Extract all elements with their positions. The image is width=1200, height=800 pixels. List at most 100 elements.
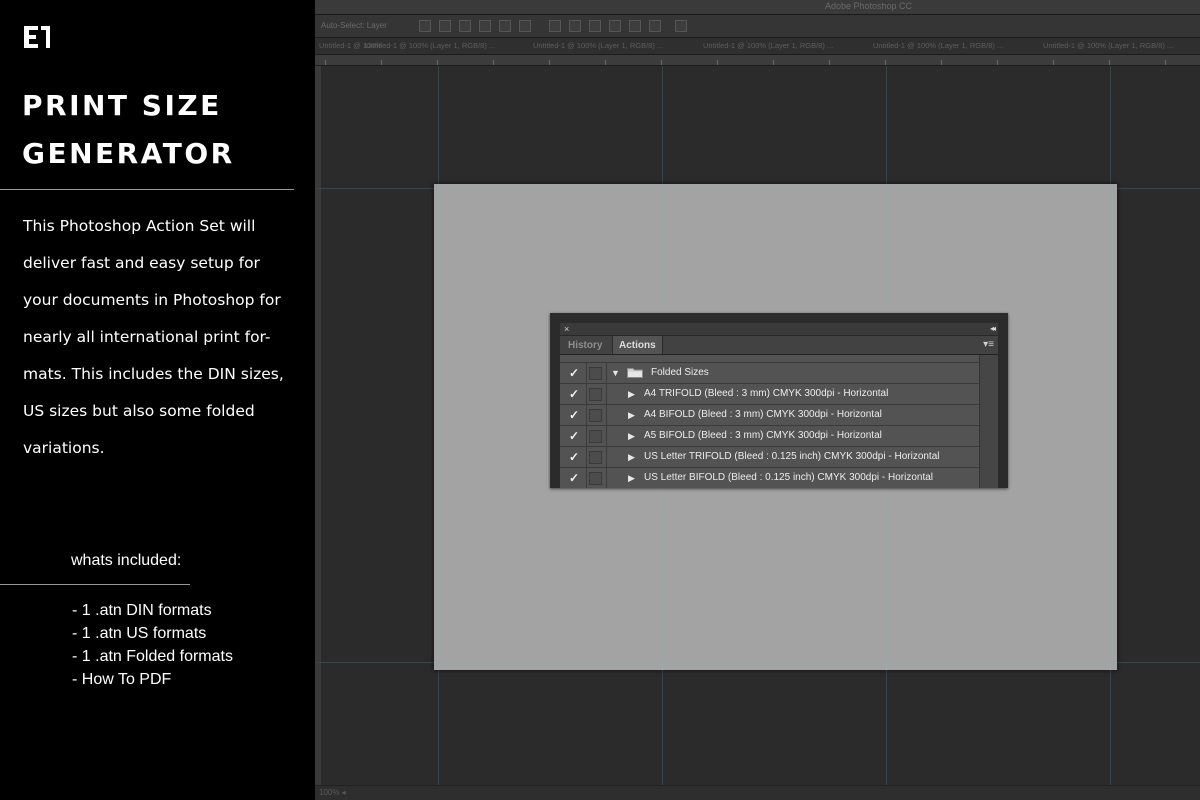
align-top-icon[interactable]: [419, 20, 431, 32]
vertical-ruler: [315, 66, 321, 786]
list-item: - 1 .atn Folded formats: [72, 648, 233, 665]
list-item: - How To PDF: [72, 671, 172, 688]
disclosure-right-icon[interactable]: ▶: [628, 472, 635, 484]
align-right-icon[interactable]: [519, 20, 531, 32]
description-line: This Photoshop Action Set will: [23, 217, 256, 235]
column-divider: [606, 405, 607, 425]
actions-panel: × ◂◂ History Actions ▾≡ ✓ ▼ Folded Sizes…: [550, 313, 1008, 488]
dialog-toggle-box[interactable]: [589, 430, 602, 443]
action-label: A5 BIFOLD (Bleed : 3 mm) CMYK 300dpi - H…: [644, 430, 882, 441]
options-label[interactable]: Auto-Select: Layer: [321, 21, 387, 30]
distribute-right-icon[interactable]: [649, 20, 661, 32]
distribute-bottom-icon[interactable]: [589, 20, 601, 32]
check-icon[interactable]: ✓: [567, 471, 581, 485]
distribute-center-icon[interactable]: [629, 20, 641, 32]
included-divider: [0, 584, 190, 585]
ruler-tick: [381, 60, 382, 65]
ruler-tick: [437, 60, 438, 65]
e-bracket-logo-icon: [24, 26, 50, 48]
column-divider: [606, 426, 607, 446]
document-tab[interactable]: Untitled-1 @ 100% (Layer 1, RGB/8) ...: [703, 41, 833, 50]
description-line: nearly all international print for-: [23, 328, 271, 346]
description-line: mats. This includes the DIN sizes,: [23, 365, 284, 383]
action-label: A4 TRIFOLD (Bleed : 3 mm) CMYK 300dpi - …: [644, 388, 889, 399]
align-middle-icon[interactable]: [439, 20, 451, 32]
document-tab[interactable]: Untitled-1 @ 100% (Layer 1, RGB/8) ...: [873, 41, 1003, 50]
panel-scrollbar[interactable]: [979, 355, 998, 488]
column-divider: [586, 384, 587, 404]
tab-history[interactable]: History: [562, 336, 608, 354]
panel-menu-icon[interactable]: ▾≡: [983, 339, 994, 351]
actions-list: ✓ ▼ Folded Sizes ✓ ▶ A4 TRIFOLD (Bleed :…: [560, 355, 998, 488]
column-divider: [586, 447, 587, 467]
action-row[interactable]: ✓ ▶ A4 BIFOLD (Bleed : 3 mm) CMYK 300dpi…: [560, 405, 980, 426]
description: This Photoshop Action Set will deliver f…: [23, 208, 303, 467]
ruler-tick: [1053, 60, 1054, 65]
check-icon[interactable]: ✓: [567, 387, 581, 401]
action-row[interactable]: ✓ ▶ A4 TRIFOLD (Bleed : 3 mm) CMYK 300dp…: [560, 384, 980, 405]
status-bar: 100% ◂: [315, 785, 1200, 800]
document-tabs: Untitled-1 @ 100% ... Untitled-1 @ 100% …: [315, 38, 1200, 55]
column-divider: [606, 384, 607, 404]
check-icon[interactable]: ✓: [567, 429, 581, 443]
action-row[interactable]: ✓ ▶ US Letter BIFOLD (Bleed : 0.125 inch…: [560, 468, 980, 488]
title-divider: [0, 189, 294, 190]
ruler-tick: [717, 60, 718, 65]
promo-panel: PRINT SIZE GENERATOR This Photoshop Acti…: [0, 0, 314, 800]
ruler-tick: [1109, 60, 1110, 65]
ruler-tick: [941, 60, 942, 65]
list-item: - 1 .atn DIN formats: [72, 602, 212, 619]
disclosure-right-icon[interactable]: ▶: [628, 451, 635, 463]
ruler-tick: [325, 60, 326, 65]
ruler-tick: [997, 60, 998, 65]
check-icon[interactable]: ✓: [567, 408, 581, 422]
action-row[interactable]: ✓ ▶ A5 BIFOLD (Bleed : 3 mm) CMYK 300dpi…: [560, 426, 980, 447]
auto-align-icon[interactable]: [675, 20, 687, 32]
disclosure-right-icon[interactable]: ▶: [628, 409, 635, 421]
check-icon[interactable]: ✓: [567, 366, 581, 380]
description-line: your documents in Photoshop for: [23, 291, 281, 309]
column-divider: [606, 363, 607, 383]
disclosure-right-icon[interactable]: ▶: [628, 430, 635, 442]
ruler-tick: [549, 60, 550, 65]
options-bar: Auto-Select: Layer: [315, 15, 1200, 38]
distribute-left-icon[interactable]: [609, 20, 621, 32]
dialog-toggle-box[interactable]: [589, 388, 602, 401]
collapse-icon[interactable]: ◂◂: [990, 323, 996, 335]
column-divider: [606, 447, 607, 467]
panel-titlebar: × ◂◂: [560, 323, 998, 336]
description-line: deliver fast and easy setup for: [23, 254, 260, 272]
column-divider: [586, 468, 587, 488]
ruler-tick: [1165, 60, 1166, 65]
window-titlebar: Adobe Photoshop CC: [315, 0, 1200, 15]
disclosure-down-icon[interactable]: ▼: [611, 367, 620, 379]
disclosure-right-icon[interactable]: ▶: [628, 388, 635, 400]
close-icon[interactable]: ×: [564, 323, 569, 335]
check-icon[interactable]: ✓: [567, 450, 581, 464]
document-tab[interactable]: Untitled-1 @ 100% (Layer 1, RGB/8) ...: [365, 41, 495, 50]
action-row[interactable]: ✓ ▶ US Letter TRIFOLD (Bleed : 0.125 inc…: [560, 447, 980, 468]
document-tab[interactable]: Untitled-1 @ 100% (Layer 1, RGB/8) ...: [1043, 41, 1173, 50]
align-bottom-icon[interactable]: [459, 20, 471, 32]
align-left-icon[interactable]: [479, 20, 491, 32]
zoom-readout[interactable]: 100% ◂: [319, 788, 346, 797]
document-tab[interactable]: Untitled-1 @ 100% (Layer 1, RGB/8) ...: [533, 41, 663, 50]
distribute-top-icon[interactable]: [549, 20, 561, 32]
dialog-toggle-box[interactable]: [589, 409, 602, 422]
canvas-guide: [438, 184, 439, 670]
column-divider: [586, 363, 587, 383]
dialog-toggle-box[interactable]: [589, 472, 602, 485]
dialog-toggle-box[interactable]: [589, 367, 602, 380]
action-label: A4 BIFOLD (Bleed : 3 mm) CMYK 300dpi - H…: [644, 409, 882, 420]
list-item-partial: [560, 355, 980, 363]
align-center-icon[interactable]: [499, 20, 511, 32]
dialog-toggle-box[interactable]: [589, 451, 602, 464]
canvas-guide: [434, 188, 1117, 189]
included-heading: whats included:: [71, 552, 182, 569]
ruler-tick: [885, 60, 886, 65]
distribute-middle-icon[interactable]: [569, 20, 581, 32]
action-set-label: Folded Sizes: [651, 367, 709, 378]
title-line-2: GENERATOR: [22, 137, 235, 170]
action-set-folded-sizes[interactable]: ✓ ▼ Folded Sizes: [560, 363, 980, 384]
tab-actions[interactable]: Actions: [612, 336, 663, 354]
